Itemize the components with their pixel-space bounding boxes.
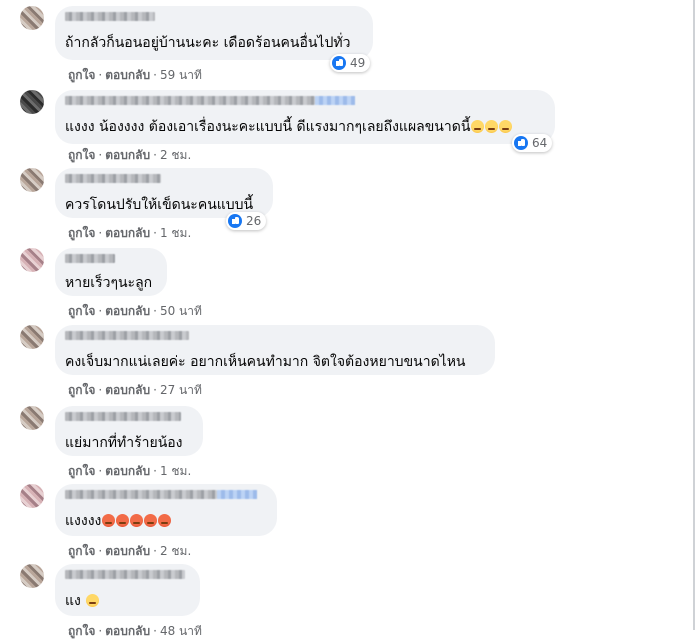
reply-link[interactable]: ตอบกลับ	[105, 304, 150, 318]
comment-text: คงเจ็บมากแน่เลยค่ะ อยากเห็นคนทำมาก จิตใจ…	[65, 354, 466, 370]
comment-actions: ถูกใจ · ตอบกลับ · 2 ชม.	[68, 148, 192, 162]
reply-link[interactable]: ตอบกลับ	[105, 148, 150, 162]
comment-text: แง	[65, 590, 100, 612]
author-name-redacted[interactable]	[65, 490, 257, 499]
timestamp[interactable]: 2 ชม.	[160, 544, 191, 558]
comment-bubble: หายเร็วๆนะลูก	[55, 248, 167, 296]
like-link[interactable]: ถูกใจ	[68, 383, 95, 397]
author-name-redacted[interactable]	[65, 96, 355, 105]
reply-link[interactable]: ตอบกลับ	[105, 544, 150, 558]
like-link[interactable]: ถูกใจ	[68, 464, 95, 478]
reaction-count-badge[interactable]: 49	[330, 54, 371, 72]
angry-face-icon	[130, 514, 144, 527]
reaction-count: 49	[350, 56, 366, 70]
like-reaction-icon	[332, 56, 346, 70]
reply-link[interactable]: ตอบกลับ	[105, 226, 150, 240]
timestamp[interactable]: 1 ชม.	[160, 464, 191, 478]
comment-bubble: ถ้ากลัวก็นอนอยู่บ้านนะคะ เดือดร้อนคนอื่น…	[55, 6, 373, 60]
avatar[interactable]	[20, 406, 44, 430]
angry-face-icon	[144, 514, 158, 527]
author-name-redacted[interactable]	[65, 12, 155, 21]
comment-actions: ถูกใจ · ตอบกลับ · 50 นาที	[68, 304, 202, 318]
angry-face-icon	[116, 514, 130, 527]
comment-actions: ถูกใจ · ตอบกลับ · 59 นาที	[68, 68, 202, 82]
comment-bubble: คงเจ็บมากแน่เลยค่ะ อยากเห็นคนทำมาก จิตใจ…	[55, 325, 495, 375]
comment-text: แงงง น้องงงง ต้องเอาเรื่องนะคะแบบนี้ ดีแ…	[65, 116, 513, 138]
timestamp[interactable]: 59 นาที	[160, 68, 202, 82]
author-name-redacted[interactable]	[65, 412, 181, 421]
angry-face-icon	[158, 514, 172, 527]
timestamp[interactable]: 2 ชม.	[160, 148, 191, 162]
crying-face-icon	[471, 120, 485, 133]
reply-link[interactable]: ตอบกลับ	[105, 68, 150, 82]
reaction-count: 26	[246, 214, 262, 228]
like-link[interactable]: ถูกใจ	[68, 304, 95, 318]
author-name-redacted[interactable]	[65, 254, 115, 263]
comment-actions: ถูกใจ · ตอบกลับ · 1 ชม.	[68, 464, 192, 478]
timestamp[interactable]: 50 นาที	[160, 304, 202, 318]
comment-bubble: แย่มากที่ทำร้ายน้อง	[55, 406, 203, 456]
reply-link[interactable]: ตอบกลับ	[105, 383, 150, 397]
comment-actions: ถูกใจ · ตอบกลับ · 27 นาที	[68, 383, 202, 397]
avatar[interactable]	[20, 564, 44, 588]
avatar[interactable]	[20, 6, 44, 30]
avatar[interactable]	[20, 90, 44, 114]
author-name-redacted[interactable]	[65, 570, 185, 579]
comment-bubble: ควรโดนปรับให้เข็ดนะคนแบบนี้	[55, 168, 273, 218]
avatar[interactable]	[20, 248, 44, 272]
crying-face-icon	[485, 120, 499, 133]
like-link[interactable]: ถูกใจ	[68, 226, 95, 240]
comment-bubble: แงงงง	[55, 484, 277, 536]
comment-bubble: แงงง น้องงงง ต้องเอาเรื่องนะคะแบบนี้ ดีแ…	[55, 90, 555, 144]
angry-face-icon	[102, 514, 116, 527]
comment-actions: ถูกใจ · ตอบกลับ · 48 นาที	[68, 624, 202, 638]
comment-text: ถ้ากลัวก็นอนอยู่บ้านนะคะ เดือดร้อนคนอื่น…	[65, 35, 351, 51]
author-name-redacted[interactable]	[65, 331, 189, 340]
like-link[interactable]: ถูกใจ	[68, 68, 95, 82]
like-reaction-icon	[228, 214, 242, 228]
avatar[interactable]	[20, 168, 44, 192]
comment-actions: ถูกใจ · ตอบกลับ · 2 ชม.	[68, 544, 192, 558]
comment-actions: ถูกใจ · ตอบกลับ · 1 ชม.	[68, 226, 192, 240]
comment-bubble: แง	[55, 564, 200, 616]
comment-text: แงงงง	[65, 510, 172, 532]
reaction-count: 64	[532, 136, 548, 150]
like-link[interactable]: ถูกใจ	[68, 624, 95, 638]
timestamp[interactable]: 27 นาที	[160, 383, 202, 397]
crying-face-icon	[86, 594, 100, 607]
timestamp[interactable]: 48 นาที	[160, 624, 202, 638]
avatar[interactable]	[20, 484, 44, 508]
comment-text: แย่มากที่ทำร้ายน้อง	[65, 435, 183, 451]
author-name-redacted[interactable]	[65, 174, 161, 183]
avatar[interactable]	[20, 325, 44, 349]
like-link[interactable]: ถูกใจ	[68, 544, 95, 558]
reply-link[interactable]: ตอบกลับ	[105, 464, 150, 478]
timestamp[interactable]: 1 ชม.	[160, 226, 191, 240]
comment-text: ควรโดนปรับให้เข็ดนะคนแบบนี้	[65, 197, 254, 213]
like-reaction-icon	[514, 136, 528, 150]
reply-link[interactable]: ตอบกลับ	[105, 624, 150, 638]
like-link[interactable]: ถูกใจ	[68, 148, 95, 162]
crying-face-icon	[499, 120, 513, 133]
reaction-count-badge[interactable]: 64	[512, 134, 553, 152]
reaction-count-badge[interactable]: 26	[226, 212, 267, 230]
comment-text: หายเร็วๆนะลูก	[65, 275, 153, 291]
